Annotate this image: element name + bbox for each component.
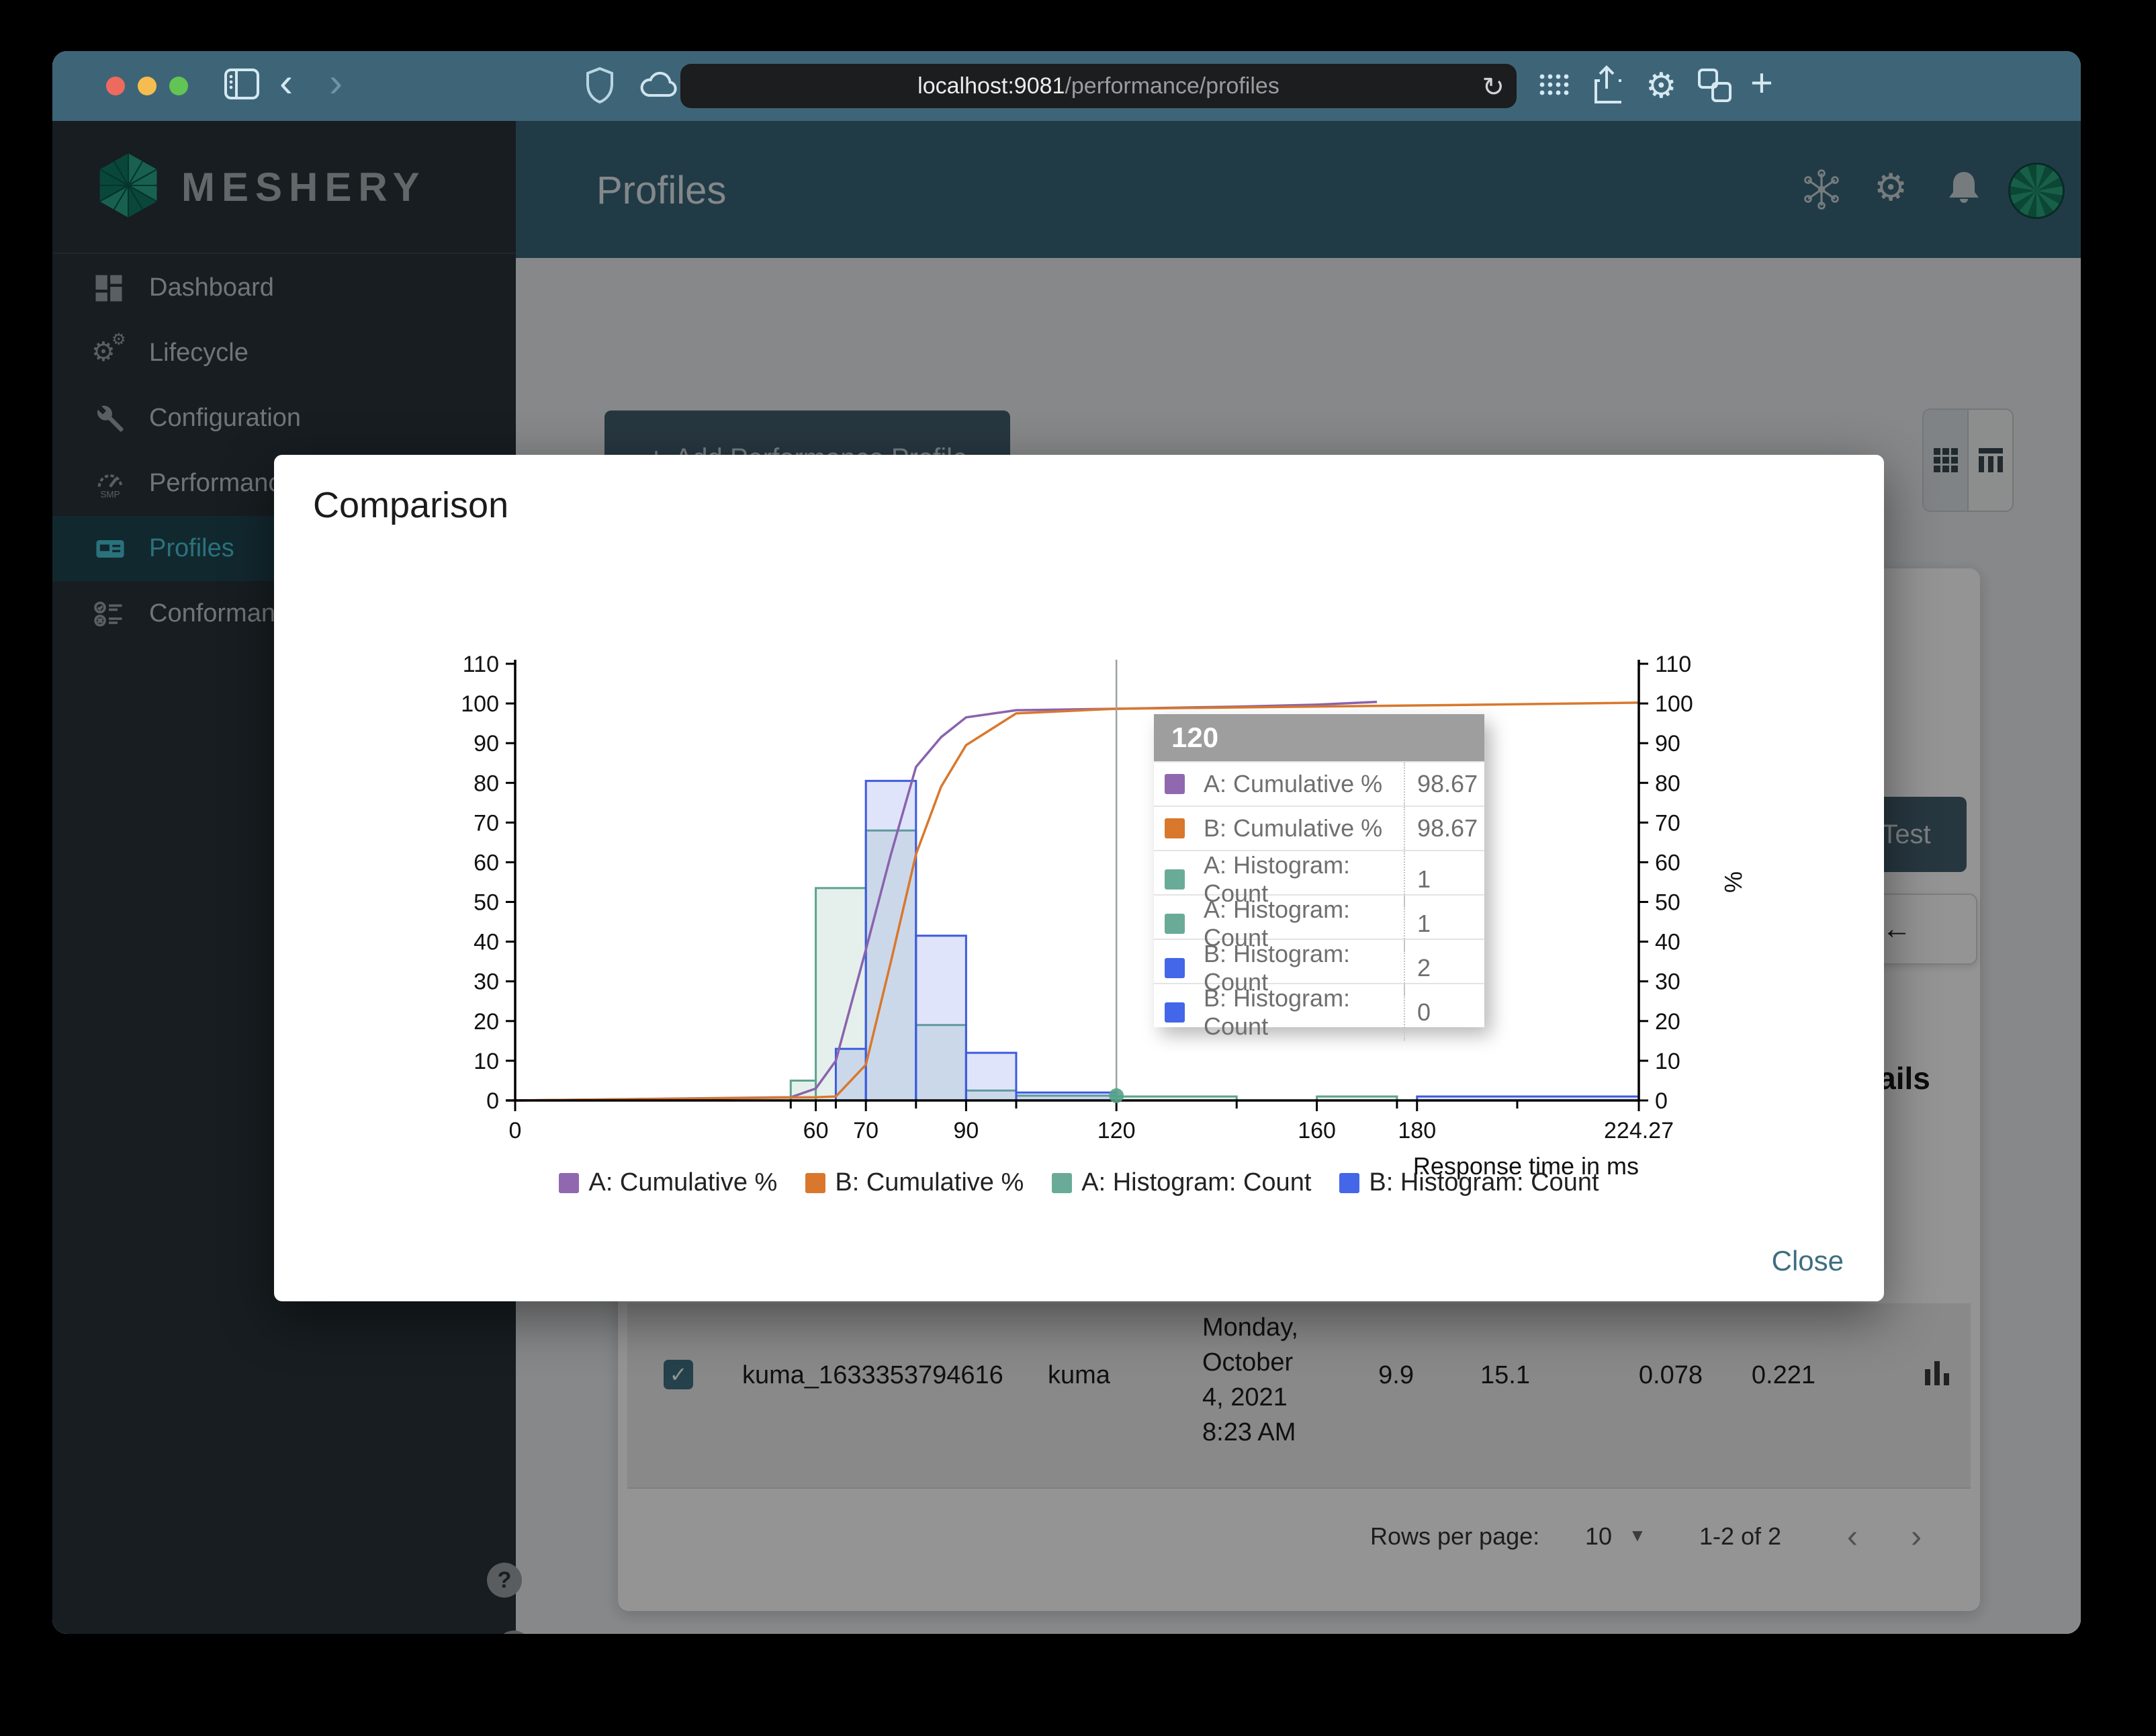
tooltip-series-value: 0 <box>1404 984 1484 1041</box>
settings-gear-icon[interactable]: ⚙ <box>1646 66 1677 106</box>
svg-text:90: 90 <box>474 731 499 756</box>
back-icon[interactable]: ‹ <box>279 59 293 105</box>
tooltip-title: 120 <box>1154 714 1484 761</box>
svg-text:30: 30 <box>474 969 499 995</box>
svg-text:70: 70 <box>853 1118 879 1143</box>
tooltip-row: B: Histogram: Count 0 <box>1154 983 1484 1041</box>
address-bar[interactable]: localhost:9081/performance/profiles ↻ <box>680 64 1517 108</box>
svg-text:50: 50 <box>474 890 499 916</box>
svg-text:30: 30 <box>1655 969 1680 995</box>
legend-item: B: Cumulative % <box>805 1168 1024 1197</box>
series-swatch-icon <box>1165 1002 1185 1023</box>
close-window-button[interactable] <box>106 77 125 95</box>
svg-text:80: 80 <box>474 771 499 796</box>
forward-icon[interactable]: › <box>329 59 343 105</box>
chart-svg: 0 010 1020 2030 3040 4050 5060 6070 7080 8090 9010… <box>461 652 1747 1180</box>
tooltip-row: B: Cumulative % 98.67 <box>1154 806 1484 850</box>
legend-label: B: Histogram: Count <box>1369 1168 1599 1197</box>
svg-text:100: 100 <box>461 691 499 717</box>
url-host: localhost:9081 <box>917 73 1065 99</box>
svg-text:70: 70 <box>1655 810 1680 836</box>
url-path: /performance/profiles <box>1065 73 1279 99</box>
svg-text:60: 60 <box>1655 850 1680 875</box>
hover-dot <box>1109 1088 1124 1103</box>
chart-tooltip: 120 A: Cumulative % 98.67 B: Cumulative % 9… <box>1154 714 1484 1041</box>
svg-text:40: 40 <box>1655 930 1680 955</box>
svg-text:80: 80 <box>1655 771 1680 796</box>
legend-label: B: Cumulative % <box>835 1168 1024 1197</box>
legend-item: A: Histogram: Count <box>1052 1168 1311 1197</box>
extensions-grid-icon[interactable] <box>1538 71 1570 99</box>
svg-text:120: 120 <box>1097 1118 1136 1143</box>
svg-text:0: 0 <box>1655 1088 1668 1114</box>
zoom-window-button[interactable] <box>169 77 188 95</box>
cloud-icon[interactable] <box>638 67 680 101</box>
browser-window: ‹ › localhost:9081/performance/profiles … <box>52 51 2081 1634</box>
legend-item: B: Histogram: Count <box>1339 1168 1599 1197</box>
legend-swatch-icon <box>1339 1172 1360 1193</box>
series-swatch-icon <box>1165 958 1185 978</box>
tooltip-series-label: A: Cumulative % <box>1204 770 1383 797</box>
tooltip-series-value: 98.67 <box>1404 763 1484 806</box>
tooltip-row: B: Histogram: Count 2 <box>1154 939 1484 996</box>
new-tab-plus-icon[interactable]: + <box>1750 60 1773 105</box>
svg-text:50: 50 <box>1655 890 1680 916</box>
legend-label: A: Histogram: Count <box>1081 1168 1312 1197</box>
svg-text:224.27: 224.27 <box>1604 1118 1674 1143</box>
svg-text:10: 10 <box>474 1049 499 1074</box>
chart-legend: A: Cumulative % B: Cumulative % A: Histogr… <box>274 1168 1884 1197</box>
svg-text:70: 70 <box>474 810 499 836</box>
series-swatch-icon <box>1165 774 1185 794</box>
browser-toolbar: ‹ › localhost:9081/performance/profiles … <box>52 51 2081 121</box>
svg-text:110: 110 <box>463 652 499 677</box>
tooltip-series-label: B: Cumulative % <box>1204 814 1383 842</box>
svg-text:20: 20 <box>1655 1009 1680 1035</box>
reload-icon[interactable]: ↻ <box>1482 72 1504 103</box>
close-button[interactable]: Close <box>1772 1245 1844 1277</box>
legend-label: A: Cumulative % <box>588 1168 778 1197</box>
svg-text:0: 0 <box>509 1118 522 1143</box>
minimize-window-button[interactable] <box>138 77 156 95</box>
comparison-modal: Comparison 0 0 10 10 20 20 30 30 40 40 50 50 60 60 70 7… <box>274 455 1884 1301</box>
legend-swatch-icon <box>805 1172 826 1193</box>
shield-icon[interactable] <box>586 67 613 103</box>
svg-text:90: 90 <box>1655 731 1680 756</box>
tooltip-row: A: Histogram: Count 1 <box>1154 894 1484 952</box>
svg-text:60: 60 <box>474 850 499 875</box>
tooltip-row: A: Histogram: Count 1 <box>1154 850 1484 908</box>
tooltip-series-value: 98.67 <box>1404 807 1484 850</box>
svg-text:180: 180 <box>1398 1118 1436 1143</box>
modal-title: Comparison <box>313 485 509 525</box>
svg-text:40: 40 <box>474 930 499 955</box>
svg-text:60: 60 <box>803 1118 829 1143</box>
tooltip-series-label: B: Histogram: Count <box>1204 984 1351 1040</box>
sidebar-toggle-icon[interactable] <box>224 69 259 99</box>
series-swatch-icon <box>1165 869 1185 889</box>
series-swatch-icon <box>1165 914 1185 934</box>
svg-text:110: 110 <box>1655 652 1691 677</box>
svg-text:90: 90 <box>953 1118 979 1143</box>
share-icon[interactable] <box>1592 64 1621 105</box>
svg-text:10: 10 <box>1655 1049 1680 1074</box>
legend-swatch-icon <box>559 1172 580 1193</box>
right-axis-label: % <box>1719 871 1747 893</box>
svg-text:100: 100 <box>1655 691 1693 717</box>
svg-text:0: 0 <box>486 1088 499 1114</box>
tab-overview-icon[interactable] <box>1698 69 1732 102</box>
legend-swatch-icon <box>1052 1172 1073 1193</box>
series-swatch-icon <box>1165 818 1185 838</box>
legend-item: A: Cumulative % <box>559 1168 777 1197</box>
svg-text:160: 160 <box>1298 1118 1336 1143</box>
comparison-chart[interactable]: 0 0 10 10 20 20 30 30 40 40 50 50 60 60 70 70 80 80 90 90 10… <box>443 638 1760 1209</box>
tooltip-row: A: Cumulative % 98.67 <box>1154 761 1484 806</box>
svg-text:20: 20 <box>474 1009 499 1035</box>
